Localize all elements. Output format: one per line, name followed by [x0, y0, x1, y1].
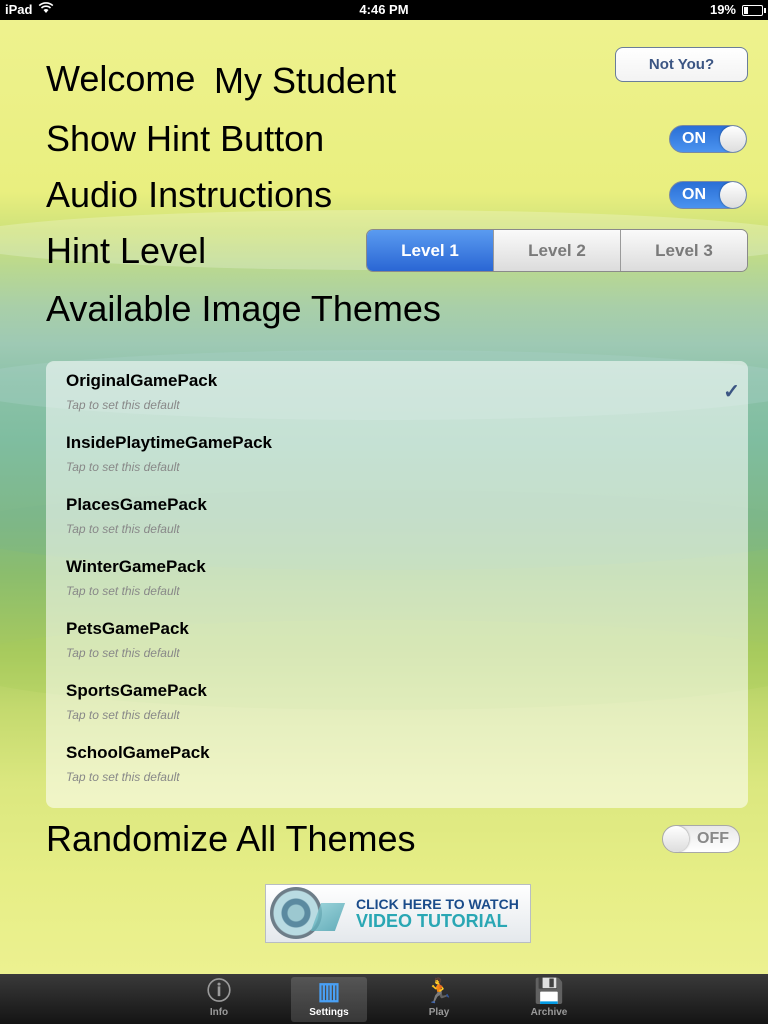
hint-level-3[interactable]: Level 3 [620, 230, 747, 271]
banner-line-2: VIDEO TUTORIAL [356, 911, 508, 931]
list-item[interactable]: SportsGamePack Tap to set this default [46, 671, 748, 733]
theme-subtitle: Tap to set this default [66, 646, 180, 660]
list-item[interactable]: SchoolGamePack Tap to set this default [46, 733, 748, 795]
show-hint-label: Show Hint Button [46, 118, 325, 159]
theme-subtitle: Tap to set this default [66, 522, 180, 536]
theme-name: PetsGamePack [66, 619, 189, 638]
theme-name: WinterGamePack [66, 557, 206, 576]
battery-icon [742, 5, 766, 16]
theme-name: SchoolGamePack [66, 743, 210, 762]
tab-label: Settings [309, 1007, 349, 1018]
tab-label: Play [428, 1007, 450, 1018]
randomize-toggle[interactable]: OFF [662, 825, 740, 853]
theme-name: OriginalGamePack [66, 371, 218, 390]
running-figure-icon: 🏃 [424, 978, 454, 1005]
info-icon: ⓘ [207, 978, 231, 1005]
battery-percent: 19% [709, 2, 736, 17]
hint-level-1[interactable]: Level 1 [367, 230, 493, 271]
not-you-button[interactable]: Not You? [615, 47, 748, 82]
equalizer-bars-icon: ▥ [317, 978, 341, 1005]
theme-name: SportsGamePack [66, 681, 207, 700]
themes-title: Available Image Themes [46, 288, 441, 329]
clock: 4:46 PM [359, 2, 409, 17]
list-item[interactable]: WinterGamePack Tap to set this default [46, 547, 748, 609]
list-item[interactable]: PlacesGamePack Tap to set this default [46, 485, 748, 547]
hint-level-2[interactable]: Level 2 [493, 230, 620, 271]
hint-level-selector[interactable]: Level 1 Level 2 Level 3 [366, 229, 748, 272]
tab-bar: ⓘ Info ▥ Settings 🏃 Play 💾 Archive [0, 974, 768, 1024]
floppy-disk-icon: 💾 [534, 978, 564, 1005]
tab-label: Archive [530, 1007, 568, 1018]
banner-line-1: CLICK HERE TO WATCH [356, 896, 519, 912]
tab-play[interactable]: 🏃 Play [401, 977, 477, 1022]
tab-settings[interactable]: ▥ Settings [291, 977, 367, 1022]
tab-archive[interactable]: 💾 Archive [511, 977, 587, 1022]
theme-subtitle: Tap to set this default [66, 584, 180, 598]
audio-instructions-label: Audio Instructions [46, 174, 333, 215]
theme-subtitle: Tap to set this default [66, 708, 180, 722]
tab-info[interactable]: ⓘ Info [181, 977, 257, 1022]
settings-screen: Welcome My Student Not You? Show Hint Bu… [0, 20, 768, 974]
video-tutorial-banner[interactable]: CLICK HERE TO WATCH VIDEO TUTORIAL [265, 884, 531, 943]
theme-name: InsidePlaytimeGamePack [66, 433, 273, 452]
theme-subtitle: Tap to set this default [66, 398, 180, 412]
list-item[interactable]: InsidePlaytimeGamePack Tap to set this d… [46, 423, 748, 485]
film-reel-icon [270, 887, 322, 939]
randomize-label: Randomize All Themes [46, 818, 416, 859]
audio-instructions-toggle[interactable]: ON [669, 181, 747, 209]
themes-list[interactable]: OriginalGamePack Tap to set this default… [46, 361, 748, 808]
list-item[interactable]: OriginalGamePack Tap to set this default… [46, 361, 748, 423]
list-item[interactable]: PetsGamePack Tap to set this default [46, 609, 748, 671]
status-bar: iPad 4:46 PM 19% [0, 0, 768, 20]
tab-label: Info [209, 1007, 229, 1018]
theme-subtitle: Tap to set this default [66, 460, 180, 474]
theme-name: PlacesGamePack [66, 495, 207, 514]
welcome-label: Welcome [46, 58, 196, 99]
show-hint-toggle[interactable]: ON [669, 125, 747, 153]
student-name: My Student [214, 60, 397, 101]
theme-subtitle: Tap to set this default [66, 770, 180, 784]
checkmark-icon: ✓ [723, 381, 740, 403]
hint-level-label: Hint Level [46, 230, 207, 271]
